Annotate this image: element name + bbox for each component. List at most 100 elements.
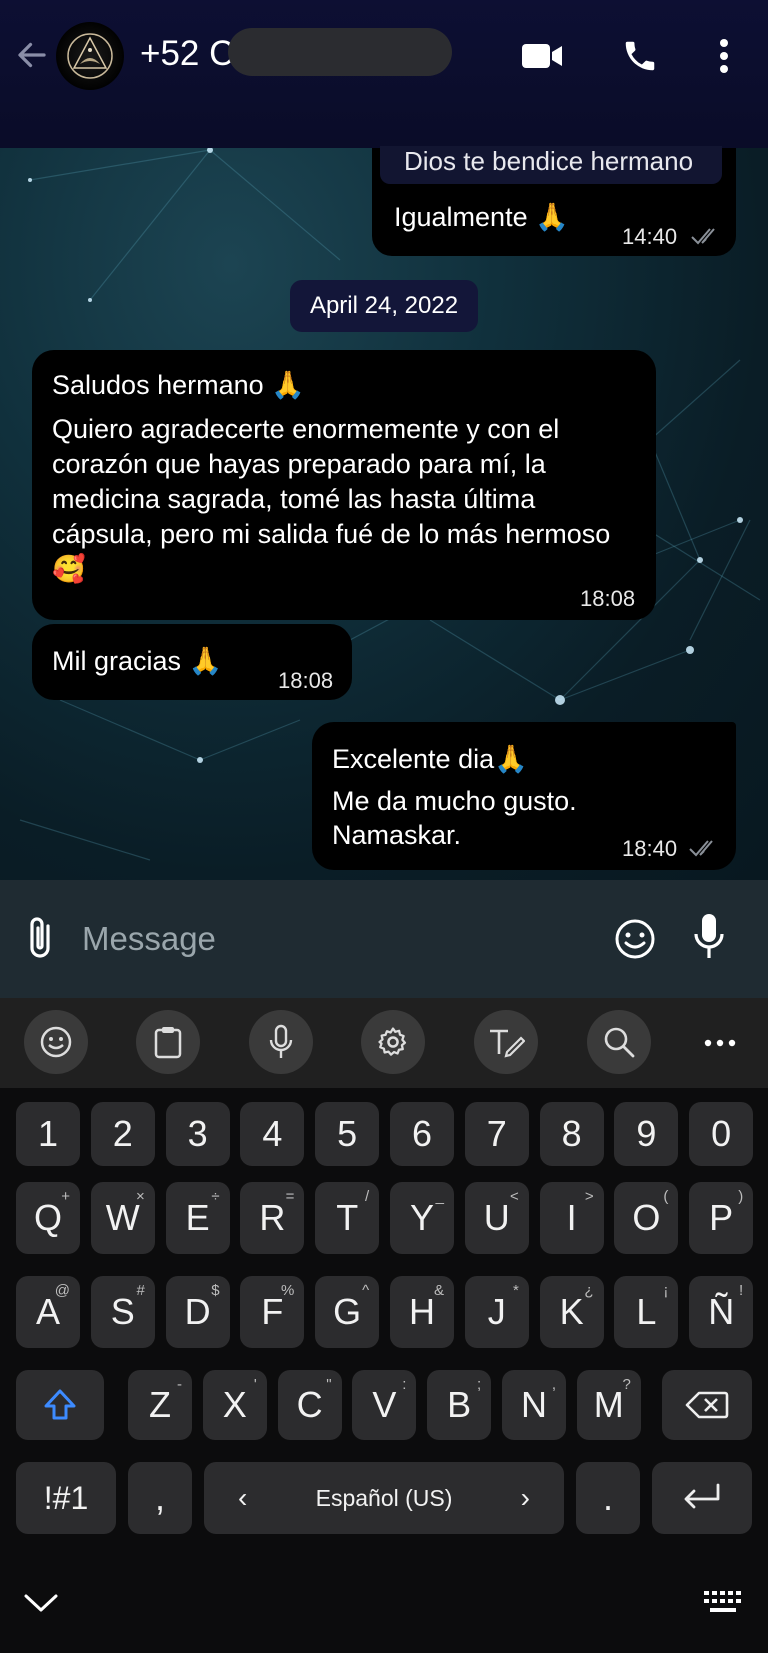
key-u[interactable]: U <: [464, 1182, 529, 1254]
quoted-message[interactable]: Dios te bendice hermano: [380, 146, 722, 184]
key-label: D: [184, 1291, 211, 1332]
key-secondary-symbol: >: [584, 1188, 594, 1205]
incoming-message[interactable]: Mil gracias 🙏 18:08: [32, 624, 352, 700]
key-label: 3: [187, 1113, 208, 1154]
key-secondary-symbol: /: [365, 1188, 370, 1205]
key-secondary-symbol: $: [211, 1282, 220, 1299]
key-s[interactable]: S #: [90, 1276, 155, 1348]
key-label: Z: [149, 1384, 171, 1425]
space-key[interactable]: ‹ Español (US) ›: [204, 1462, 564, 1534]
keyboard-switch-button[interactable]: [702, 1588, 748, 1618]
contact-avatar[interactable]: [56, 22, 124, 90]
key-label: 0: [711, 1113, 732, 1154]
key-5[interactable]: 5: [315, 1102, 380, 1166]
key-c[interactable]: C ": [277, 1370, 342, 1440]
key-label: 6: [411, 1113, 433, 1154]
key-r[interactable]: R =: [240, 1182, 305, 1254]
key-y[interactable]: Y _: [390, 1182, 454, 1254]
key-l[interactable]: L ¡: [614, 1276, 679, 1348]
enter-key[interactable]: [652, 1462, 752, 1534]
key-label: S: [110, 1291, 135, 1332]
voice-message-button[interactable]: [692, 912, 732, 966]
key-g[interactable]: G ^: [315, 1276, 380, 1348]
key-w[interactable]: W ×: [90, 1182, 155, 1254]
key-a[interactable]: A @: [16, 1276, 80, 1348]
key-j[interactable]: J *: [464, 1276, 529, 1348]
shift-arrow-icon: [44, 1389, 76, 1420]
key-ñ[interactable]: Ñ!: [689, 1276, 754, 1348]
message-text: Quiero agradecerte enormemente y con el …: [52, 414, 611, 584]
kb-more-button[interactable]: [700, 1028, 744, 1058]
emoji-smile-icon: [615, 919, 655, 959]
key-secondary-symbol: +: [61, 1188, 70, 1205]
key-k[interactable]: K ¿: [539, 1276, 604, 1348]
key-3[interactable]: 3: [165, 1102, 230, 1166]
key-6[interactable]: 6: [390, 1102, 454, 1166]
key-secondary-symbol: &: [433, 1282, 444, 1299]
key-label: W: [105, 1197, 140, 1238]
kb-settings-button[interactable]: [361, 1010, 425, 1074]
contact-name[interactable]: +52 C: [140, 34, 234, 74]
kb-emoji-button[interactable]: [24, 1010, 88, 1074]
shift-key[interactable]: [16, 1370, 104, 1440]
on-screen-keyboard: 1234567890 Q + W × E ÷ R = T / Y _ U < I > O(P) A @ S # D $ F%…: [0, 998, 768, 1653]
key-b[interactable]: B;: [427, 1370, 492, 1440]
kb-clipboard-button[interactable]: [136, 1010, 200, 1074]
key-0[interactable]: 0: [689, 1102, 754, 1166]
clipboard-icon: [154, 1027, 182, 1059]
outgoing-message[interactable]: Excelente dia🙏 Me da mucho gusto. Namask…: [312, 722, 736, 870]
key-e[interactable]: E ÷: [165, 1182, 230, 1254]
key-7[interactable]: 7: [464, 1102, 529, 1166]
message-input[interactable]: Message: [82, 920, 216, 958]
message-greeting: Saludos hermano 🙏: [52, 370, 305, 400]
emoji-button[interactable]: [614, 918, 658, 962]
key-secondary-symbol: -: [177, 1376, 182, 1393]
voice-call-button[interactable]: [614, 30, 666, 82]
key-i[interactable]: I >: [539, 1182, 604, 1254]
kb-handwriting-button[interactable]: [474, 1010, 538, 1074]
key-x[interactable]: X ': [202, 1370, 267, 1440]
backspace-key[interactable]: [662, 1370, 752, 1440]
key-secondary-symbol: ): [738, 1188, 744, 1205]
key-v[interactable]: V:: [352, 1370, 417, 1440]
kb-search-button[interactable]: [587, 1010, 651, 1074]
more-options-button[interactable]: [698, 30, 750, 82]
key-f[interactable]: F%: [240, 1276, 305, 1348]
read-ticks-icon: [689, 840, 713, 857]
key-o[interactable]: O(: [614, 1182, 679, 1254]
key-label: R: [259, 1197, 286, 1238]
key-label: T: [336, 1197, 359, 1238]
back-button[interactable]: [10, 30, 54, 80]
symbols-key[interactable]: !#1: [16, 1462, 116, 1534]
video-call-button[interactable]: [516, 30, 568, 82]
comma-key[interactable]: ,: [128, 1462, 192, 1534]
gear-icon: [378, 1027, 407, 1056]
key-9[interactable]: 9: [614, 1102, 679, 1166]
keyboard-toolbar: [0, 998, 768, 1088]
period-key[interactable]: .: [576, 1462, 640, 1534]
key-h[interactable]: H &: [390, 1276, 454, 1348]
key-4[interactable]: 4: [240, 1102, 305, 1166]
key-secondary-symbol: !: [739, 1282, 744, 1299]
key-8[interactable]: 8: [539, 1102, 604, 1166]
key-secondary-symbol: ,: [551, 1376, 556, 1393]
message-time: 18:40: [622, 836, 678, 861]
incoming-message[interactable]: Saludos hermano 🙏 Quiero agradecerte eno…: [32, 350, 656, 620]
key-z[interactable]: Z-: [128, 1370, 192, 1440]
key-d[interactable]: D $: [165, 1276, 230, 1348]
key-t[interactable]: T /: [315, 1182, 380, 1254]
key-m[interactable]: M?: [576, 1370, 641, 1440]
kb-voice-input-button[interactable]: [249, 1010, 313, 1074]
key-label: E: [185, 1197, 210, 1238]
key-1[interactable]: 1: [16, 1102, 80, 1166]
key-label: 8: [561, 1113, 582, 1154]
attach-button[interactable]: [22, 912, 62, 966]
key-label: J: [487, 1291, 506, 1332]
key-label: 2: [112, 1113, 133, 1154]
more-vertical-icon: [720, 39, 728, 73]
key-n[interactable]: N,: [502, 1370, 566, 1440]
key-q[interactable]: Q +: [16, 1182, 80, 1254]
hide-keyboard-button[interactable]: [22, 1590, 62, 1620]
key-2[interactable]: 2: [90, 1102, 155, 1166]
key-p[interactable]: P): [689, 1182, 754, 1254]
